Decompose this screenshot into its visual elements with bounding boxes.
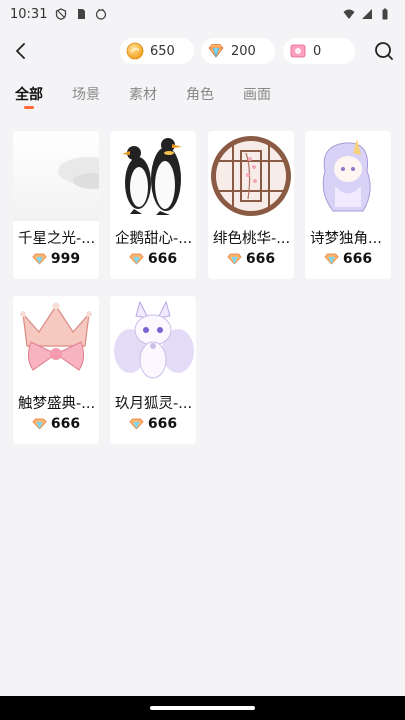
crown-bow-art-icon [13, 296, 99, 386]
home-gesture-handle[interactable] [150, 706, 255, 710]
item-card[interactable]: 玖月狐灵-... 666 [110, 296, 196, 444]
app-notification-icon [96, 8, 107, 20]
item-card[interactable]: 诗梦独角... 666 [305, 131, 391, 279]
item-price: 666 [110, 416, 196, 432]
item-price: 666 [305, 251, 391, 267]
item-price: 999 [13, 251, 99, 267]
item-price-value: 666 [342, 251, 373, 267]
gem-icon [227, 253, 242, 265]
tab-all[interactable]: 全部 [15, 84, 43, 104]
chevron-left-icon [16, 43, 25, 59]
item-name: 诗梦独角... [310, 231, 382, 247]
gem-icon [129, 418, 144, 430]
search-icon [375, 42, 393, 60]
white-fox-art-icon [110, 296, 196, 386]
gem-icon [32, 253, 47, 265]
round-window-art-icon [208, 131, 294, 221]
item-price-value: 666 [50, 416, 81, 432]
item-name: 企鹅甜心-... [115, 231, 193, 247]
shield-icon [56, 8, 67, 20]
battery-icon [382, 8, 388, 20]
snowy-landscape-art-icon [13, 131, 99, 221]
item-name: 绯色桃华-... [213, 231, 291, 247]
gem-icon [32, 418, 47, 430]
item-price-value: 666 [245, 251, 276, 267]
system-nav-bar [0, 696, 405, 720]
back-button[interactable] [10, 40, 32, 62]
tab-character[interactable]: 角色 [186, 84, 214, 104]
item-name: 触梦盛典-... [18, 396, 96, 412]
ticket-icon [290, 44, 306, 58]
ticket-balance[interactable]: 0 [283, 38, 355, 64]
penguins-art-icon [110, 131, 196, 221]
gem-icon [208, 44, 224, 58]
status-time: 10:31 [10, 6, 48, 22]
item-name: 玖月狐灵-... [115, 396, 193, 412]
unicorn-girl-art-icon [305, 131, 391, 221]
search-button[interactable] [373, 40, 395, 62]
coin-count: 650 [150, 43, 175, 59]
active-tab-indicator [24, 106, 34, 109]
item-price-value: 999 [50, 251, 81, 267]
item-card[interactable]: 触梦盛典-... 666 [13, 296, 99, 444]
item-price: 666 [110, 251, 196, 267]
status-bar: 10:31 [0, 0, 405, 28]
item-card[interactable]: 绯色桃华-... 666 [208, 131, 294, 279]
item-price-value: 666 [147, 251, 178, 267]
coin-icon [126, 42, 144, 60]
item-price-value: 666 [147, 416, 178, 432]
item-name: 千星之光-... [18, 231, 96, 247]
ticket-count: 0 [313, 43, 322, 59]
gem-icon [129, 253, 144, 265]
coin-balance[interactable]: 650 [120, 38, 194, 64]
item-card[interactable]: 千星之光-... 999 [13, 131, 99, 279]
item-card[interactable]: 企鹅甜心-... 666 [110, 131, 196, 279]
category-tabs: 全部 场景 素材 角色 画面 [0, 84, 405, 114]
gem-balance[interactable]: 200 [201, 38, 275, 64]
wifi-icon [343, 9, 355, 19]
gem-icon [324, 253, 339, 265]
gem-count: 200 [231, 43, 256, 59]
item-price: 666 [13, 416, 99, 432]
tab-screen[interactable]: 画面 [243, 84, 271, 104]
tab-material[interactable]: 素材 [129, 84, 157, 104]
tab-scene[interactable]: 场景 [72, 84, 100, 104]
cell-signal-icon [362, 9, 372, 19]
sim-card-icon [78, 9, 86, 19]
top-bar: 650 200 0 [0, 28, 405, 76]
item-price: 666 [208, 251, 294, 267]
